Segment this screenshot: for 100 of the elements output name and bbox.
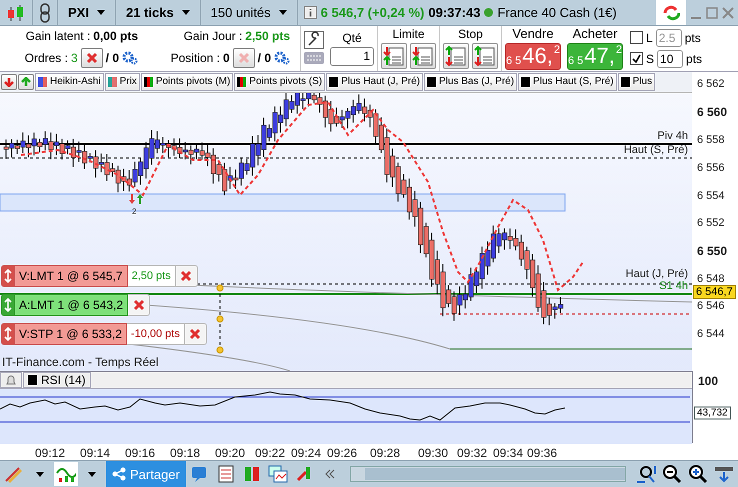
time-axis-label: 09:28 [370, 446, 400, 460]
interval-dropdown[interactable]: 21 ticks [122, 0, 194, 25]
close-icon [132, 298, 145, 311]
drag-handle-icon[interactable] [1, 322, 15, 345]
price-axis-label: 6 548 [697, 272, 725, 285]
zoom-in-icon[interactable] [686, 462, 710, 486]
up-arrow-button[interactable] [18, 74, 34, 90]
cancel-order-button[interactable] [128, 294, 150, 316]
instrument-dropdown[interactable]: PXI [64, 0, 109, 25]
order-tag[interactable]: A:LMT 1 @ 6 543,2 [15, 294, 128, 316]
time-axis-label: 09:24 [290, 446, 322, 460]
cancel-orders-button[interactable] [80, 48, 103, 68]
indicator-swatch-icon [427, 76, 436, 87]
indicator-swatch-icon [237, 76, 246, 87]
zoom-out-icon[interactable] [660, 462, 684, 486]
time-axis-label: 09:36 [526, 446, 558, 460]
quantity-field[interactable]: 1 [330, 46, 374, 66]
clock-time: 09:37:43 [428, 5, 480, 20]
time-axis-label: 09:18 [170, 446, 200, 460]
indicator-tab[interactable]: Plus Haut (S, Pré) [518, 72, 617, 91]
daily-gain-value: 2,50 pts [245, 28, 290, 43]
drag-handle-icon[interactable] [1, 264, 15, 287]
indicators-button[interactable] [54, 462, 78, 486]
order-document-icon [412, 45, 434, 68]
daily-gain-label: Gain Jour : [184, 28, 242, 43]
data-source-label: IT-Finance.com - Temps Réel [2, 354, 158, 369]
close-position-button[interactable] [232, 48, 255, 68]
order-tag[interactable]: V:LMT 1 @ 6 545,7 [15, 264, 128, 287]
price-axis-label: 6 562 [697, 78, 725, 90]
indicator-tab[interactable]: Heikin-Ashi [35, 72, 104, 91]
unrealized-gain-label: Gain latent : [26, 28, 90, 43]
orders-label: Ordres : [24, 50, 68, 65]
price-axis-label: 6 552 [697, 216, 725, 229]
price-axis-label: 6 560 [697, 104, 728, 119]
indicator-swatch-icon [38, 76, 47, 87]
orders-other-count: / 0 [106, 50, 119, 65]
cancel-order-button[interactable] [176, 264, 198, 287]
level-label: Piv 4h [657, 130, 688, 142]
alert-bell-button[interactable] [0, 372, 22, 388]
indicator-tab[interactable]: Points pivots (S) [234, 72, 326, 91]
indicator-swatch-icon [521, 76, 530, 87]
order-document-icon [445, 45, 467, 68]
caret-icon [96, 10, 105, 15]
cancel-order-button[interactable] [184, 322, 207, 345]
unrealized-gain-value: 0,00 pts [93, 28, 138, 43]
refresh-icon [662, 4, 680, 22]
rsi-axis-label: 100 [698, 374, 718, 388]
position-value: 0 [222, 50, 230, 65]
time-axis-label: 09:22 [254, 446, 286, 460]
market-name: France 40 Cash (1€) [497, 5, 617, 20]
down-arrow-button[interactable] [1, 74, 17, 90]
price-axis-label: 6 558 [697, 134, 725, 146]
order-document-icon [474, 45, 496, 68]
order-pnl: -10,00 pts [126, 322, 185, 345]
checkbox[interactable] [630, 31, 643, 44]
sell-label: Vendre [512, 26, 554, 42]
candlestick-icon [6, 4, 26, 22]
signal-count: 2 [132, 206, 136, 216]
close-icon [189, 328, 202, 340]
level-label: Haut (J, Pré) [626, 268, 688, 280]
indicator-tab[interactable]: Plus Bas (J, Pré) [424, 72, 518, 91]
unit-label: pts [686, 52, 702, 66]
gears-icon [122, 50, 138, 65]
close-icon [86, 52, 98, 64]
position-other-count: / 0 [258, 50, 271, 65]
caret-icon [182, 10, 190, 15]
indicator-tab[interactable]: Plus Haut (J, Pré) [326, 72, 424, 91]
protection-label: S [646, 52, 654, 66]
price-change: 6 546,7 (+0,24 %) [320, 5, 424, 20]
time-axis-label: 09:14 [80, 446, 110, 460]
signal-arrows-icon [129, 194, 143, 204]
quantity-label: Qté [342, 30, 362, 45]
stop-label: Stop [458, 27, 483, 42]
refresh-button[interactable] [656, 0, 686, 25]
indicator-tab[interactable]: Plus [618, 72, 656, 91]
stop-order-button[interactable] [443, 43, 469, 70]
indicator-tab[interactable]: Prix [104, 72, 140, 91]
horizontal-scrollbar[interactable] [350, 466, 626, 482]
checkbox[interactable] [630, 52, 643, 66]
close-icon [180, 270, 192, 282]
time-axis-label: 09:12 [34, 446, 66, 460]
level-label: S1 4h [659, 280, 688, 292]
gears-icon [274, 50, 290, 65]
limit-order-button[interactable] [410, 43, 436, 70]
indicator-tab[interactable]: RSI (14) [23, 372, 91, 388]
level-label: Haut (S, Pré) [624, 144, 688, 156]
indicator-tab[interactable]: Points pivots (M) [140, 72, 234, 91]
distance-field[interactable]: 10 [657, 50, 684, 68]
info-icon[interactable] [304, 6, 317, 19]
order-document-icon [383, 45, 405, 68]
price-axis-label: 6 554 [697, 190, 725, 202]
stop-order-button[interactable] [472, 43, 498, 70]
limit-order-button[interactable] [381, 43, 407, 70]
drag-handle-icon[interactable] [1, 294, 15, 316]
indicator-swatch-icon [108, 76, 117, 87]
position-label: Position : [170, 50, 220, 65]
current-price-marker: 6 546,7 [693, 284, 736, 299]
order-tag[interactable]: V:STP 1 @ 6 533,2 [15, 322, 127, 345]
quantity-dropdown[interactable]: 150 unités [206, 0, 291, 25]
bell-icon [5, 374, 17, 386]
